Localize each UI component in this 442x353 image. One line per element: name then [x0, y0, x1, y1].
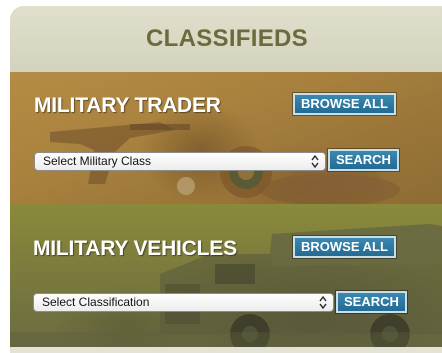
military-class-select-value: Select Military Class [43, 154, 152, 168]
footer-strip [10, 347, 442, 353]
military-trader-panel: MILITARY TRADER BROWSE ALL Select Milita… [10, 72, 442, 204]
header-title: CLASSIFIEDS [146, 25, 308, 52]
military-trader-browse-all-button[interactable]: BROWSE ALL [293, 93, 396, 115]
classifieds-widget: CLASSIFIEDS MILITARY TRADER BROWSE ALL S… [10, 6, 442, 353]
updown-chevron-icon [311, 154, 319, 169]
military-trader-search-button[interactable]: SEARCH [328, 149, 399, 171]
military-vehicles-panel: MILITARY VEHICLES BROWSE ALL Select Clas… [10, 204, 442, 347]
military-vehicles-search-button[interactable]: SEARCH [336, 291, 407, 313]
military-vehicles-title: MILITARY VEHICLES [33, 237, 237, 260]
classification-select-value: Select Classification [42, 295, 150, 309]
updown-chevron-icon [319, 295, 327, 310]
army-truck-image [10, 224, 442, 347]
military-vehicles-browse-all-button[interactable]: BROWSE ALL [293, 236, 396, 258]
military-class-select[interactable]: Select Military Class [34, 152, 326, 171]
military-trader-title: MILITARY TRADER [34, 94, 221, 117]
classifieds-header: CLASSIFIEDS [10, 6, 442, 72]
militaria-collage-image [50, 122, 400, 204]
classification-select[interactable]: Select Classification [33, 293, 334, 312]
